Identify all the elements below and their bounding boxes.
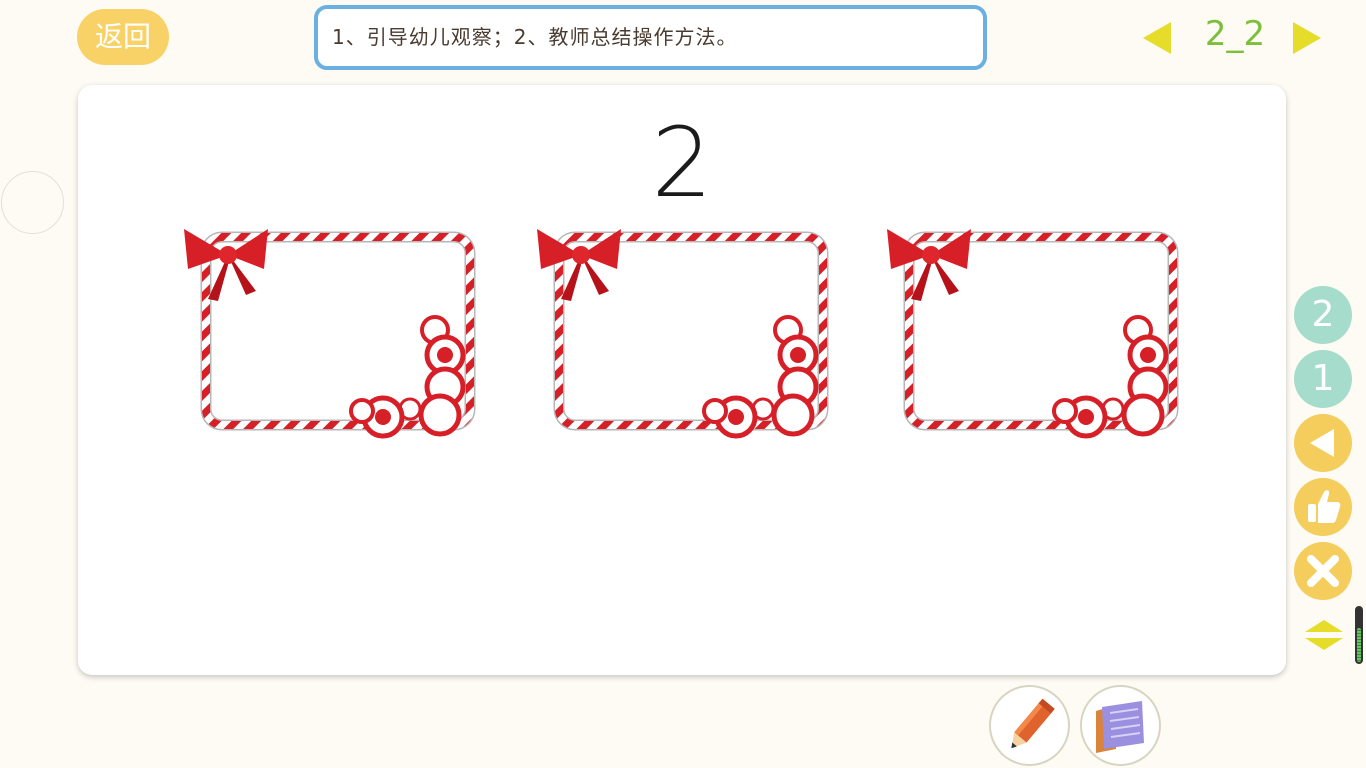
candy-frame-1[interactable] bbox=[180, 215, 490, 440]
candy-frame-2[interactable] bbox=[533, 215, 843, 440]
volume-level-fill bbox=[1357, 628, 1361, 662]
number-two-button[interactable]: 2 bbox=[1294, 286, 1352, 344]
play-left-button[interactable] bbox=[1294, 414, 1352, 472]
play-left-icon bbox=[1310, 429, 1334, 457]
collapse-toggle-icon bbox=[1305, 620, 1343, 650]
candy-frame-icon bbox=[184, 229, 476, 439]
thumbs-up-icon bbox=[1308, 490, 1341, 523]
collapse-toggle[interactable] bbox=[1303, 614, 1345, 656]
previous-page-icon[interactable] bbox=[1143, 22, 1171, 54]
thumbs-up-button[interactable] bbox=[1294, 478, 1352, 536]
volume-level-bar[interactable] bbox=[1355, 606, 1363, 664]
pencil-icon bbox=[1011, 698, 1055, 749]
close-button[interactable] bbox=[1294, 542, 1352, 600]
book-tool-button[interactable] bbox=[1080, 685, 1161, 766]
instruction-box: 1、引导幼儿观察；2、教师总结操作方法。 bbox=[314, 5, 987, 70]
back-button[interactable]: 返回 bbox=[77, 9, 169, 65]
number-one-button[interactable]: 1 bbox=[1294, 350, 1352, 408]
pencil-tool-button[interactable] bbox=[989, 685, 1070, 766]
pager: 2_2 bbox=[1135, 10, 1335, 66]
page-number: 2_2 bbox=[1204, 14, 1266, 54]
book-icon bbox=[1096, 701, 1144, 753]
close-icon bbox=[1307, 555, 1339, 587]
content-card: 2 bbox=[78, 85, 1286, 675]
candy-frame-icon bbox=[887, 229, 1179, 439]
target-number: 2 bbox=[651, 107, 713, 219]
next-page-icon[interactable] bbox=[1293, 22, 1321, 54]
candy-frame-icon bbox=[537, 229, 829, 439]
candy-frame-3[interactable] bbox=[883, 215, 1193, 440]
floating-assist-button[interactable] bbox=[1, 171, 64, 234]
